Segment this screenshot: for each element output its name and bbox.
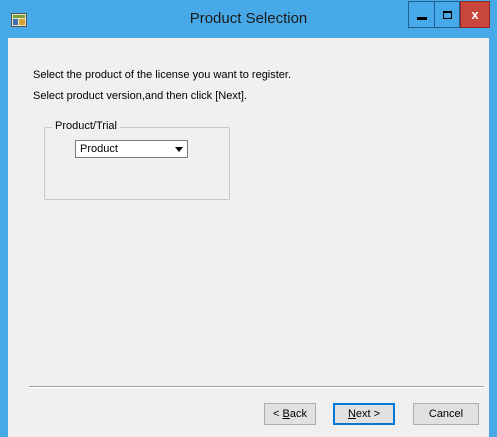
next-button-rest: ext > — [355, 408, 381, 420]
back-button-rest: ack — [289, 408, 307, 420]
maximize-icon — [442, 10, 452, 19]
back-button-prefix: < — [273, 408, 283, 420]
instruction-line-1: Select the product of the license you wa… — [33, 69, 292, 81]
back-button-mnemonic: B — [282, 408, 290, 420]
cancel-button[interactable]: Cancel — [413, 403, 479, 425]
product-selection-window: Product Selection x Select the product o… — [0, 0, 497, 437]
next-button[interactable]: Next > — [333, 403, 395, 425]
title-bar[interactable]: Product Selection x — [0, 0, 497, 38]
minimize-button[interactable] — [408, 1, 434, 28]
instruction-line-2: Select product version,and then click [N… — [33, 90, 247, 102]
cancel-button-label: Cancel — [428, 408, 464, 420]
groupbox-label: Product/Trial — [52, 120, 120, 132]
back-button[interactable]: < Back — [264, 403, 316, 425]
dialog-client-area: Select the product of the license you wa… — [8, 38, 489, 437]
close-button[interactable]: x — [460, 1, 490, 28]
close-icon: x — [471, 7, 479, 22]
chevron-down-icon[interactable] — [172, 142, 186, 156]
minimize-icon — [416, 17, 427, 20]
maximize-button[interactable] — [434, 1, 460, 28]
product-select[interactable]: Product — [75, 140, 188, 158]
product-select-value: Product — [80, 143, 118, 155]
product-trial-groupbox — [44, 127, 230, 200]
footer-separator — [29, 386, 484, 388]
next-button-mnemonic: N — [347, 408, 356, 420]
